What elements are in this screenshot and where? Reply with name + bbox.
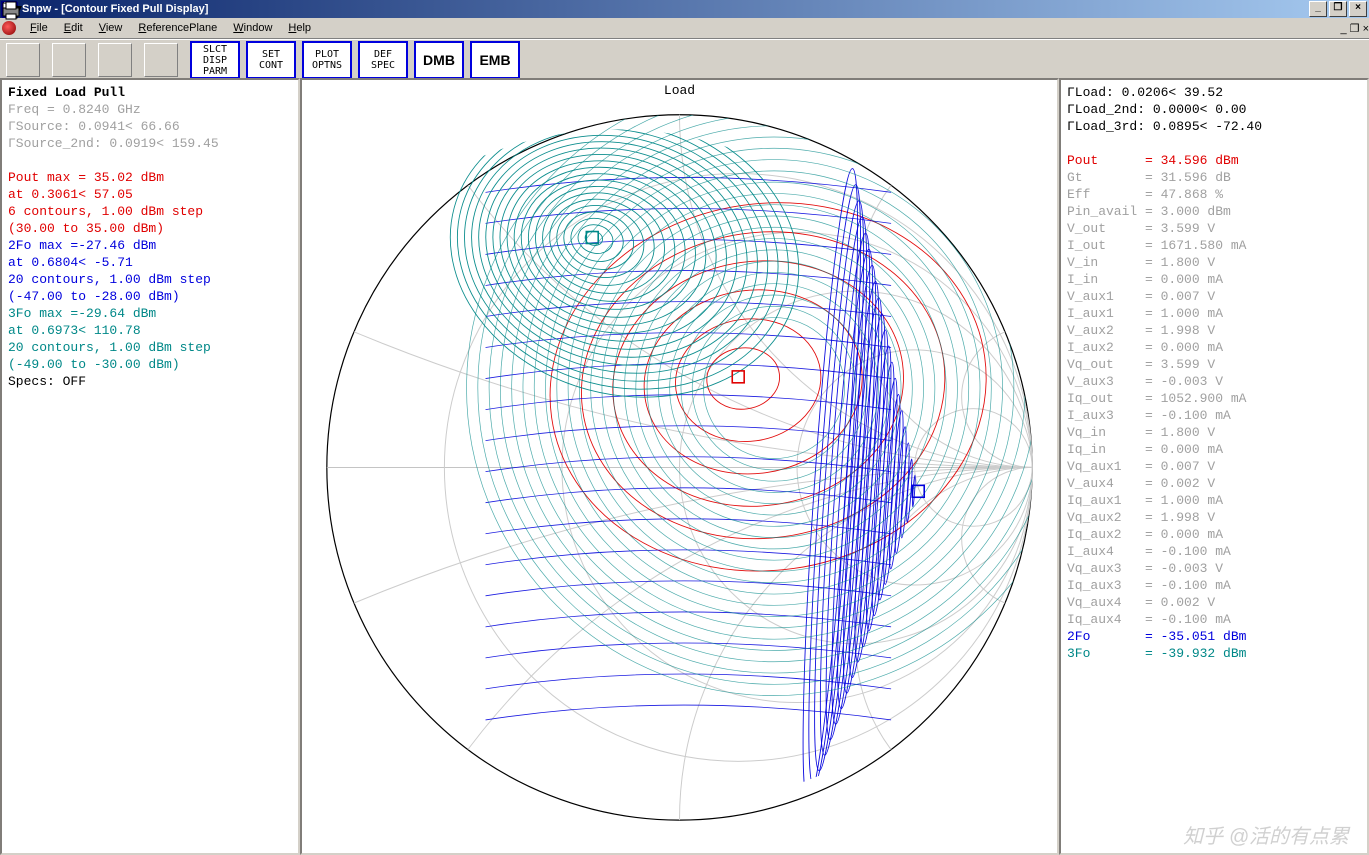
menu-refplane[interactable]: ReferencePlane [130, 20, 225, 36]
doc-icon [2, 21, 16, 35]
menubar: File Edit View ReferencePlane Window Hel… [0, 18, 1369, 39]
toolbar: xls SLCT DISP PARM SET CONT PLOT OPTNS D… [0, 39, 1369, 81]
dmb-button[interactable]: DMB [414, 41, 464, 79]
mdi-close-button[interactable]: × [1363, 23, 1369, 35]
menu-window[interactable]: Window [225, 20, 280, 36]
right-readout-pane: ΓLoad: 0.0206< 39.52 ΓLoad_2nd: 0.0000< … [1059, 78, 1369, 855]
smith-chart[interactable] [302, 80, 1057, 835]
readout-row: Iq_in = 0.000 mA [1067, 441, 1361, 458]
readout-row: Pout = 34.596 dBm [1067, 152, 1361, 169]
lp-3fo-1: at 0.6973< 110.78 [8, 322, 292, 339]
readout-row: Iq_aux2 = 0.000 mA [1067, 526, 1361, 543]
readout-row: Vq_aux2 = 1.998 V [1067, 509, 1361, 526]
rp-gload2: ΓLoad_2nd: 0.0000< 0.00 [1067, 101, 1361, 118]
lp-freq: Freq = 0.8240 GHz [8, 101, 292, 118]
titlebar: Snpw - [Contour Fixed Pull Display] _ ❐ … [0, 0, 1369, 18]
readout-row: Iq_aux1 = 1.000 mA [1067, 492, 1361, 509]
menu-file[interactable]: File [22, 20, 56, 36]
copy-icon[interactable] [98, 43, 132, 77]
readout-row: I_aux3 = -0.100 mA [1067, 407, 1361, 424]
rp-gload: ΓLoad: 0.0206< 39.52 [1067, 84, 1361, 101]
left-info-pane: Fixed Load Pull Freq = 0.8240 GHz ΓSourc… [0, 78, 300, 855]
readout-row: Eff = 47.868 % [1067, 186, 1361, 203]
lp-2fo-0: 2Fo max =-27.46 dBm [8, 237, 292, 254]
readout-row: 3Fo = -39.932 dBm [1067, 645, 1361, 662]
lp-2fo-2: 20 contours, 1.00 dBm step [8, 271, 292, 288]
lp-pout-1: at 0.3061< 57.05 [8, 186, 292, 203]
lp-3fo-2: 20 contours, 1.00 dBm step [8, 339, 292, 356]
slct-disp-parm-button[interactable]: SLCT DISP PARM [190, 41, 240, 79]
lp-2fo-3: (-47.00 to -28.00 dBm) [8, 288, 292, 305]
window-title: Snpw - [Contour Fixed Pull Display] [22, 3, 208, 15]
readout-row: I_aux1 = 1.000 mA [1067, 305, 1361, 322]
plot-optns-button[interactable]: PLOT OPTNS [302, 41, 352, 79]
lp-title: Fixed Load Pull [8, 84, 292, 101]
lp-2fo-1: at 0.6804< -5.71 [8, 254, 292, 271]
readout-row: Vq_in = 1.800 V [1067, 424, 1361, 441]
readout-row: V_out = 3.599 V [1067, 220, 1361, 237]
emb-button[interactable]: EMB [470, 41, 520, 79]
export-xls-icon[interactable]: xls [52, 43, 86, 77]
menu-help[interactable]: Help [280, 20, 319, 36]
mdi-restore-button[interactable]: ❐ [1350, 23, 1360, 35]
set-cont-button[interactable]: SET CONT [246, 41, 296, 79]
save-icon[interactable] [6, 43, 40, 77]
lp-gsrc2: ΓSource_2nd: 0.0919< 159.45 [8, 135, 292, 152]
readout-row: V_aux1 = 0.007 V [1067, 288, 1361, 305]
readout-row: I_aux4 = -0.100 mA [1067, 543, 1361, 560]
readout-row: Vq_aux4 = 0.002 V [1067, 594, 1361, 611]
menu-view[interactable]: View [91, 20, 131, 36]
lp-specs: Specs: OFF [8, 373, 292, 390]
readout-row: V_aux4 = 0.002 V [1067, 475, 1361, 492]
lp-pout-0: Pout max = 35.02 dBm [8, 169, 292, 186]
lp-pout-3: (30.00 to 35.00 dBm) [8, 220, 292, 237]
rp-gload3: ΓLoad_3rd: 0.0895< -72.40 [1067, 118, 1361, 135]
mdi-minimize-button[interactable]: _ [1340, 23, 1346, 35]
readout-row: Pin_avail = 3.000 dBm [1067, 203, 1361, 220]
readout-row: Vq_out = 3.599 V [1067, 356, 1361, 373]
minimize-button[interactable]: _ [1309, 1, 1327, 17]
readout-row: Vq_aux1 = 0.007 V [1067, 458, 1361, 475]
readout-row: I_out = 1671.580 mA [1067, 237, 1361, 254]
readout-row: I_in = 0.000 mA [1067, 271, 1361, 288]
workspace: Fixed Load Pull Freq = 0.8240 GHz ΓSourc… [0, 78, 1369, 855]
readout-row: I_aux2 = 0.000 mA [1067, 339, 1361, 356]
readout-row: Iq_out = 1052.900 mA [1067, 390, 1361, 407]
readout-row: Gt = 31.596 dB [1067, 169, 1361, 186]
def-spec-button[interactable]: DEF SPEC [358, 41, 408, 79]
restore-button[interactable]: ❐ [1329, 1, 1347, 17]
readout-row: Iq_aux3 = -0.100 mA [1067, 577, 1361, 594]
menu-edit[interactable]: Edit [56, 20, 91, 36]
lp-3fo-0: 3Fo max =-29.64 dBm [8, 305, 292, 322]
readout-row: 2Fo = -35.051 dBm [1067, 628, 1361, 645]
readout-row: V_aux2 = 1.998 V [1067, 322, 1361, 339]
readout-row: V_aux3 = -0.003 V [1067, 373, 1361, 390]
lp-gsrc: ΓSource: 0.0941< 66.66 [8, 118, 292, 135]
readout-row: Iq_aux4 = -0.100 mA [1067, 611, 1361, 628]
lp-pout-2: 6 contours, 1.00 dBm step [8, 203, 292, 220]
print-icon[interactable] [144, 43, 178, 77]
close-button[interactable]: × [1349, 1, 1367, 17]
lp-3fo-3: (-49.00 to -30.00 dBm) [8, 356, 292, 373]
readout-row: V_in = 1.800 V [1067, 254, 1361, 271]
smith-chart-pane[interactable]: Load [300, 78, 1059, 855]
readout-row: Vq_aux3 = -0.003 V [1067, 560, 1361, 577]
